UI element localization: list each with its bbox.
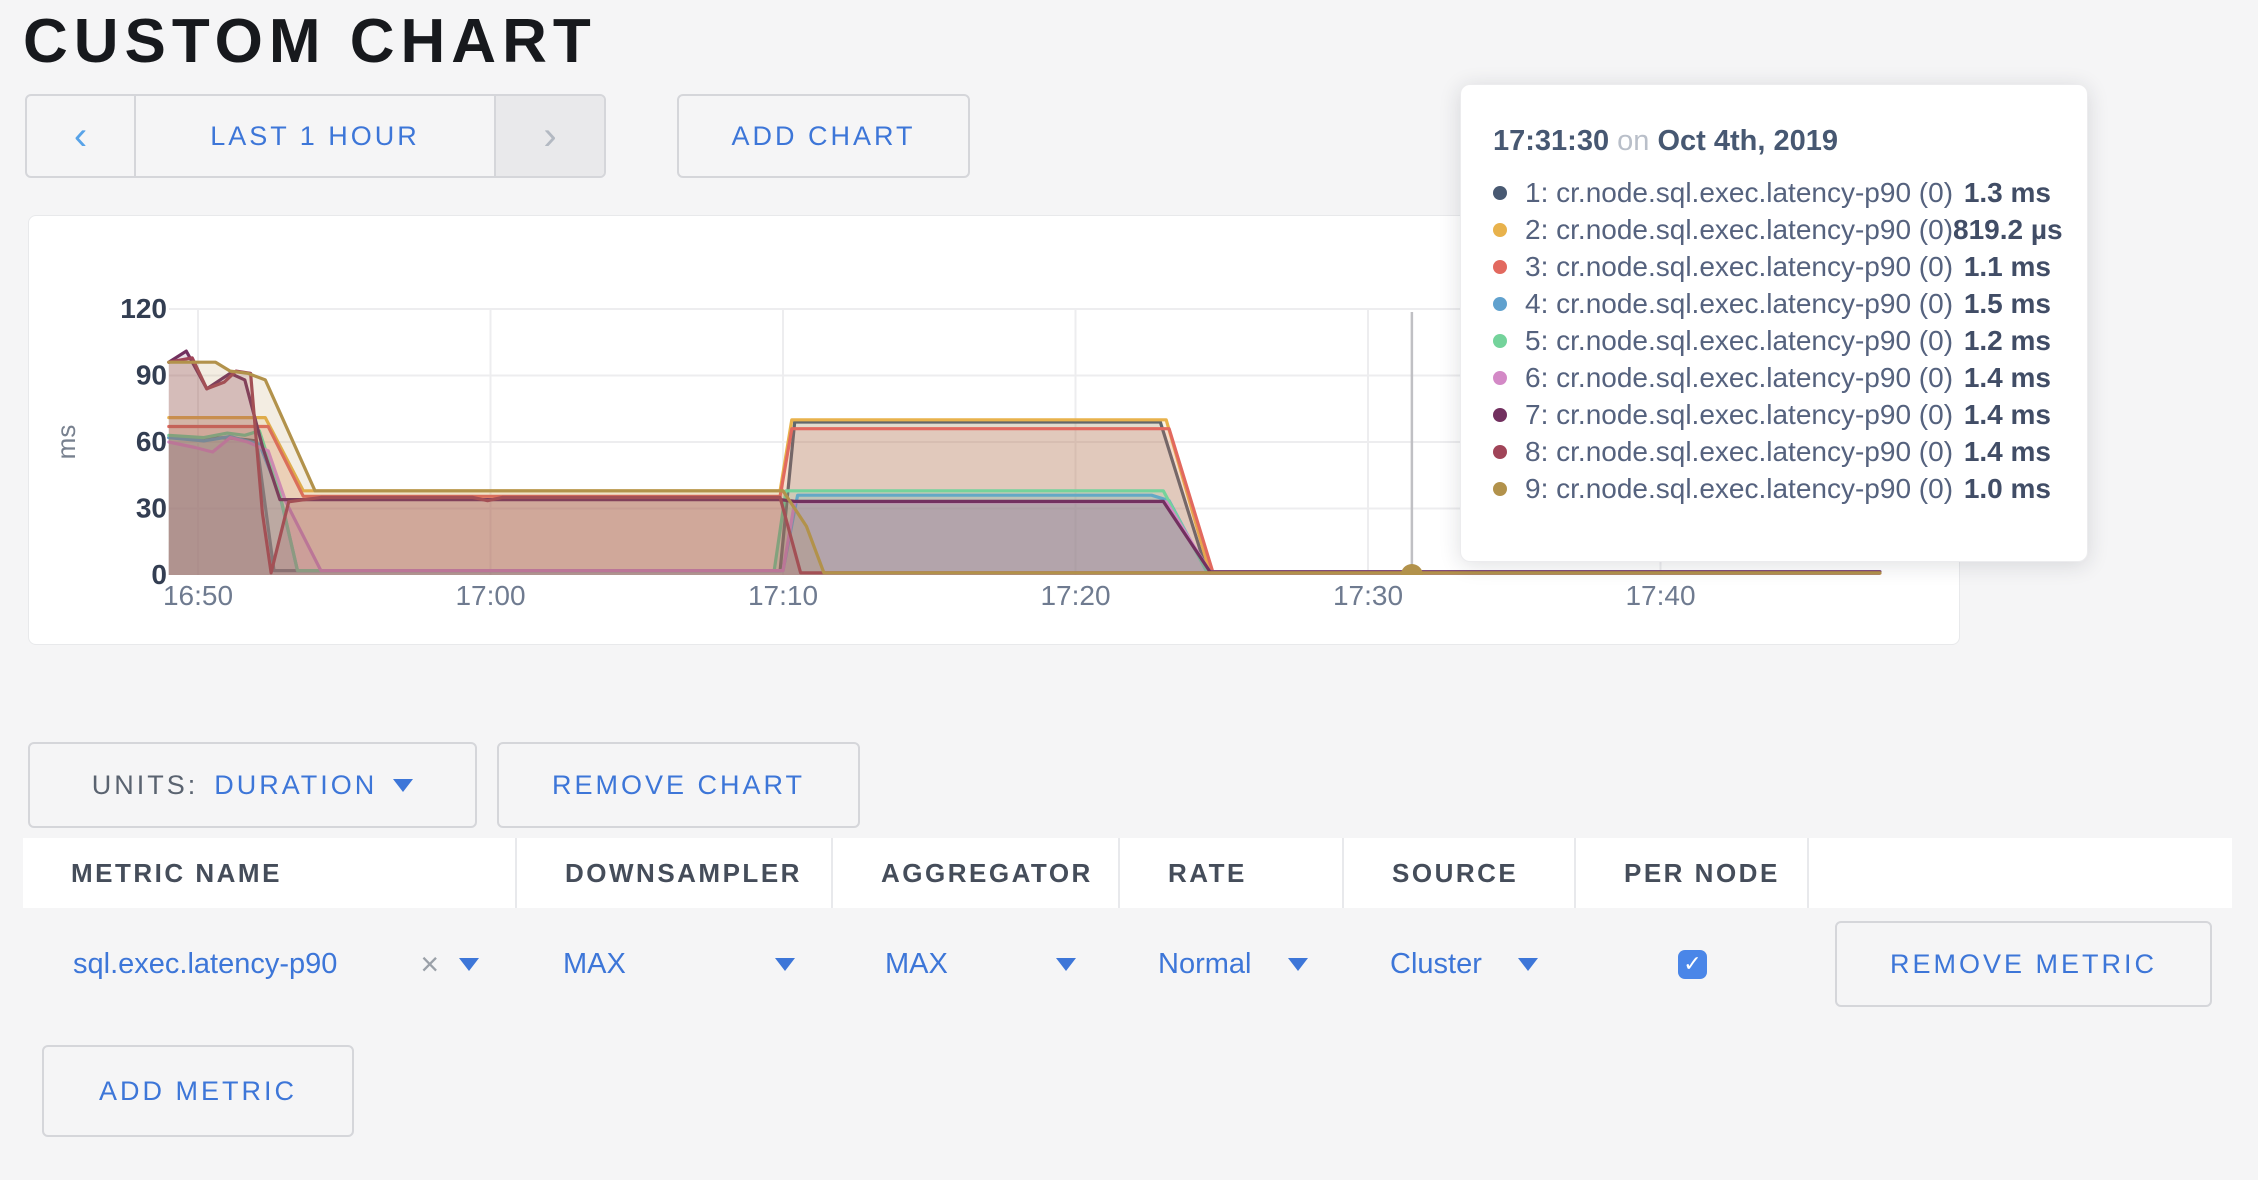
chevron-down-icon[interactable]	[1288, 958, 1308, 971]
series-color-dot	[1493, 408, 1507, 422]
series-label: 3: cr.node.sql.exec.latency-p90 (0)	[1525, 251, 1964, 283]
x-axis-tick: 17:00	[455, 580, 525, 611]
rate-dropdown[interactable]: Normal	[1158, 948, 1251, 981]
y-axis-tick: 60	[136, 426, 167, 457]
time-range-next-button[interactable]: ›	[494, 96, 604, 176]
y-axis-tick: 30	[136, 492, 167, 523]
time-range-selector: ‹ LAST 1 HOUR ›	[25, 94, 606, 178]
tooltip-series-row: 4: cr.node.sql.exec.latency-p90 (0)1.5 m…	[1493, 285, 2051, 322]
y-axis-label: ms	[51, 425, 81, 460]
x-axis-tick: 17:40	[1625, 580, 1695, 611]
series-label: 4: cr.node.sql.exec.latency-p90 (0)	[1525, 288, 1964, 320]
y-axis-tick: 90	[136, 359, 167, 390]
remove-chart-button[interactable]: REMOVE CHART	[497, 742, 860, 828]
aggregator-dropdown[interactable]: MAX	[885, 948, 948, 981]
chevron-down-icon	[393, 779, 413, 792]
x-axis-tick: 17:20	[1040, 580, 1110, 611]
x-axis-tick: 17:10	[748, 580, 818, 611]
metrics-table-header: METRIC NAMEDOWNSAMPLERAGGREGATORRATESOUR…	[23, 838, 2232, 908]
add-chart-button[interactable]: ADD CHART	[677, 94, 970, 178]
tooltip-on-word: on	[1617, 125, 1649, 157]
y-axis-tick: 120	[120, 293, 167, 324]
series-value: 1.1 ms	[1964, 251, 2051, 283]
column-header: METRIC NAME	[23, 838, 517, 908]
series-value: 1.2 ms	[1964, 325, 2051, 357]
series-color-dot	[1493, 186, 1507, 200]
metrics-table: METRIC NAMEDOWNSAMPLERAGGREGATORRATESOUR…	[23, 838, 2232, 1020]
series-value: 819.2 µs	[1953, 214, 2063, 246]
series-label: 7: cr.node.sql.exec.latency-p90 (0)	[1525, 399, 1964, 431]
x-axis-tick: 17:30	[1333, 580, 1403, 611]
rate-cell: Normal	[1120, 908, 1344, 1020]
series-label: 2: cr.node.sql.exec.latency-p90 (0)	[1525, 214, 1953, 246]
chevron-left-icon: ‹	[74, 116, 87, 156]
series-color-dot	[1493, 260, 1507, 274]
column-header: DOWNSAMPLER	[517, 838, 833, 908]
tooltip-series-row: 5: cr.node.sql.exec.latency-p90 (0)1.2 m…	[1493, 322, 2051, 359]
tooltip-title: 17:31:30 on Oct 4th, 2019	[1493, 125, 2051, 158]
series-color-dot	[1493, 445, 1507, 459]
column-header: AGGREGATOR	[833, 838, 1120, 908]
per-node-cell: ✓	[1576, 908, 1809, 1020]
series-color-dot	[1493, 223, 1507, 237]
chevron-down-icon[interactable]	[1056, 958, 1076, 971]
page-title: CUSTOM CHART	[23, 6, 597, 77]
source-dropdown[interactable]: Cluster	[1390, 948, 1482, 981]
hover-point-marker	[1401, 564, 1423, 575]
tooltip-series-row: 7: cr.node.sql.exec.latency-p90 (0)1.4 m…	[1493, 396, 2051, 433]
series-label: 5: cr.node.sql.exec.latency-p90 (0)	[1525, 325, 1964, 357]
metric-name-dropdown[interactable]: sql.exec.latency-p90	[73, 948, 400, 981]
chevron-right-icon: ›	[543, 116, 556, 156]
tooltip-series-row: 9: cr.node.sql.exec.latency-p90 (0)1.0 m…	[1493, 470, 2051, 507]
column-header: RATE	[1120, 838, 1344, 908]
series-value: 1.4 ms	[1964, 362, 2051, 394]
tooltip-series-row: 2: cr.node.sql.exec.latency-p90 (0)819.2…	[1493, 211, 2051, 248]
tooltip-series-row: 8: cr.node.sql.exec.latency-p90 (0)1.4 m…	[1493, 433, 2051, 470]
chevron-down-icon[interactable]	[459, 958, 479, 971]
downsampler-dropdown[interactable]: MAX	[563, 948, 626, 981]
series-color-dot	[1493, 482, 1507, 496]
per-node-checkbox[interactable]: ✓	[1678, 950, 1707, 979]
units-value: DURATION	[214, 770, 377, 801]
series-value: 1.4 ms	[1964, 399, 2051, 431]
aggregator-cell: MAX	[833, 908, 1120, 1020]
add-metric-button[interactable]: ADD METRIC	[42, 1045, 354, 1137]
metric-name-cell: sql.exec.latency-p90 ×	[23, 908, 517, 1020]
tooltip-date: Oct 4th, 2019	[1657, 125, 1838, 157]
series-label: 1: cr.node.sql.exec.latency-p90 (0)	[1525, 177, 1964, 209]
series-value: 1.5 ms	[1964, 288, 2051, 320]
time-range-prev-button[interactable]: ‹	[27, 96, 136, 176]
series-label: 9: cr.node.sql.exec.latency-p90 (0)	[1525, 473, 1964, 505]
column-header	[1809, 838, 2232, 908]
source-cell: Cluster	[1344, 908, 1576, 1020]
series-value: 1.3 ms	[1964, 177, 2051, 209]
units-dropdown[interactable]: UNITS: DURATION	[28, 742, 477, 828]
series-value: 1.0 ms	[1964, 473, 2051, 505]
series-color-dot	[1493, 297, 1507, 311]
column-header: PER NODE	[1576, 838, 1809, 908]
downsampler-cell: MAX	[517, 908, 833, 1020]
tooltip-time: 17:31:30	[1493, 125, 1609, 157]
tooltip-series-row: 1: cr.node.sql.exec.latency-p90 (0)1.3 m…	[1493, 174, 2051, 211]
chart-hover-tooltip: 17:31:30 on Oct 4th, 2019 1: cr.node.sql…	[1460, 84, 2088, 562]
series-color-dot	[1493, 334, 1507, 348]
series-label: 6: cr.node.sql.exec.latency-p90 (0)	[1525, 362, 1964, 394]
remove-metric-button[interactable]: REMOVE METRIC	[1835, 921, 2212, 1007]
tooltip-series-row: 3: cr.node.sql.exec.latency-p90 (0)1.1 m…	[1493, 248, 2051, 285]
series-color-dot	[1493, 371, 1507, 385]
series-value: 1.4 ms	[1964, 436, 2051, 468]
units-label: UNITS:	[92, 770, 199, 801]
chevron-down-icon[interactable]	[1518, 958, 1538, 971]
series-label: 8: cr.node.sql.exec.latency-p90 (0)	[1525, 436, 1964, 468]
time-range-button[interactable]: LAST 1 HOUR	[136, 96, 494, 176]
column-header: SOURCE	[1344, 838, 1576, 908]
x-axis-tick: 16:50	[163, 580, 233, 611]
tooltip-series-list: 1: cr.node.sql.exec.latency-p90 (0)1.3 m…	[1493, 174, 2051, 507]
metric-actions-cell: REMOVE METRIC	[1809, 908, 2232, 1020]
chevron-down-icon[interactable]	[775, 958, 795, 971]
metric-row: sql.exec.latency-p90 × MAX MAX Normal Cl…	[23, 908, 2232, 1020]
tooltip-series-row: 6: cr.node.sql.exec.latency-p90 (0)1.4 m…	[1493, 359, 2051, 396]
clear-metric-icon[interactable]: ×	[420, 948, 439, 980]
